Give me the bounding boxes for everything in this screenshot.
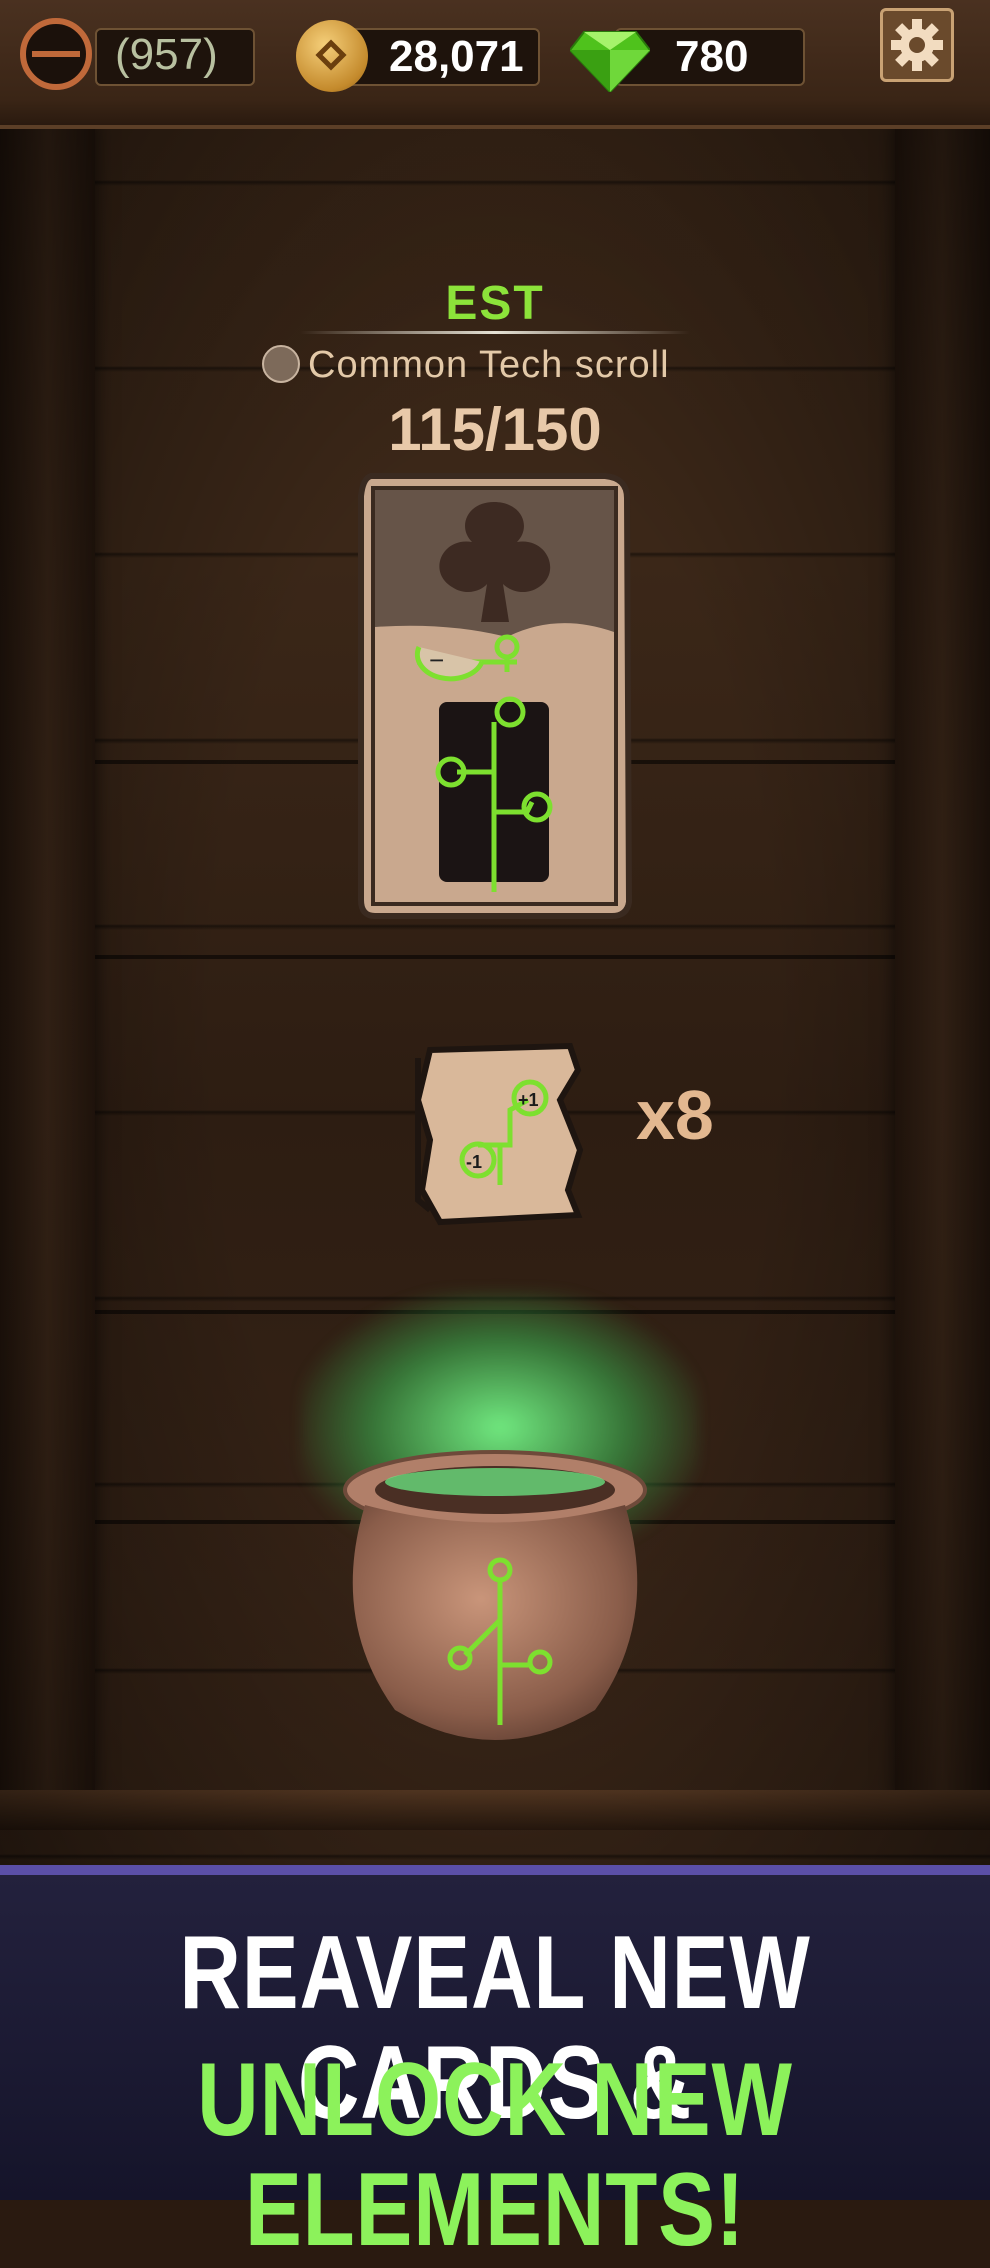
settings-button[interactable] xyxy=(880,8,954,82)
plus-one-badge: +1 xyxy=(518,1090,539,1110)
coin-icon xyxy=(296,20,368,92)
reward-scroll[interactable]: +1 -1 xyxy=(410,1040,590,1230)
scroll-tag: EST xyxy=(445,277,545,330)
divider xyxy=(300,331,690,334)
svg-text:−: − xyxy=(429,645,444,675)
gem-value: 780 xyxy=(675,32,749,81)
top-resource-bar: (957) 28,071 780 xyxy=(0,0,990,129)
scroll-progress: 115/150 xyxy=(388,396,602,463)
level-value: (957) xyxy=(115,30,218,79)
coin-counter[interactable]: 28,071 xyxy=(345,28,540,86)
banner-subheadline: UNLOCK NEW ELEMENTS! xyxy=(197,2042,793,2268)
reward-count: x8 xyxy=(636,1076,714,1154)
level-ring-icon[interactable] xyxy=(20,18,92,90)
gem-icon xyxy=(570,31,650,92)
cauldron-icon[interactable] xyxy=(335,1450,655,1760)
gear-icon xyxy=(891,19,943,71)
minus-one-badge: -1 xyxy=(466,1152,482,1172)
tech-card[interactable]: − xyxy=(357,472,632,920)
coin-value: 28,071 xyxy=(389,32,524,81)
scroll-name: Common Tech scroll xyxy=(308,344,670,386)
